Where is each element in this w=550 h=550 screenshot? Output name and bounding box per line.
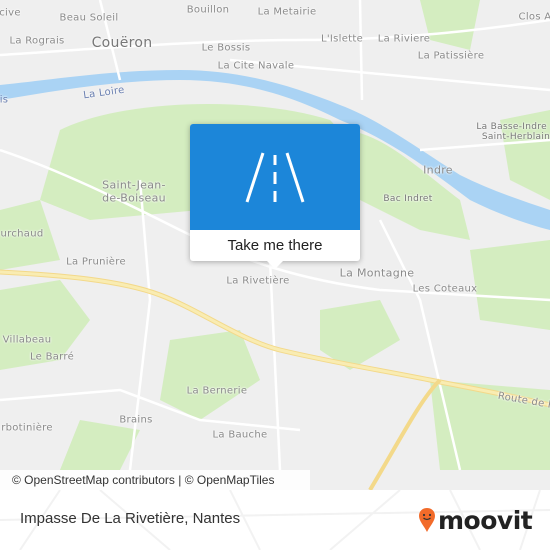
map-label: Beau Soleil: [59, 12, 119, 24]
moovit-logo: moovit: [418, 505, 533, 535]
map-label: is: [0, 94, 9, 106]
map-label: Le Barré: [29, 351, 75, 363]
map-label: Clos A: [518, 11, 550, 23]
map-label: La Rivetière: [226, 275, 290, 287]
map-label: rbotinière: [1, 422, 53, 434]
road-icon: [245, 152, 305, 203]
map-label: La Basse-Indre -: [476, 122, 550, 132]
take-me-there-button[interactable]: Take me there: [190, 124, 360, 269]
map-label: La Metairie: [257, 6, 317, 18]
map-label: La Montagne: [339, 266, 415, 280]
map-label: La Bernerie: [186, 385, 248, 397]
map-attribution[interactable]: © OpenStreetMap contributors | © OpenMap…: [0, 470, 310, 490]
moovit-pin-icon: [419, 508, 435, 532]
map-label: La Rograis: [9, 35, 65, 47]
map-label-city: Couëron: [91, 35, 153, 51]
map-label: de-Boiseau: [102, 191, 166, 205]
map-label: cive: [0, 7, 21, 19]
map-label: Bac Indret: [383, 194, 433, 204]
take-me-there-label: Take me there: [227, 237, 323, 254]
map-label: La Riviere: [377, 33, 431, 45]
map-label: urchaud: [0, 228, 44, 240]
map-label: Villabeau: [2, 334, 52, 346]
map-label: Saint-Herblain: [481, 132, 550, 142]
map-label: Les Coteaux: [412, 283, 478, 295]
moovit-wordmark: moovit: [438, 505, 533, 535]
map-label: L'Islette: [320, 33, 364, 45]
map-label: Le Bossis: [201, 42, 251, 54]
map-label: Bouillon: [186, 4, 230, 16]
map-label: Saint-Jean-: [102, 178, 166, 192]
popup-pointer: [267, 261, 283, 269]
map-label: Indre: [423, 163, 453, 177]
map-label: La Bauche: [212, 429, 268, 441]
destination-address: Impasse De La Rivetière, Nantes: [20, 510, 241, 527]
map-label: Brains: [119, 414, 153, 426]
map-label: La Cite Navale: [217, 60, 295, 72]
map[interactable]: cive Beau Soleil Bouillon La Metairie Cl…: [0, 0, 550, 490]
map-label: La Patissière: [417, 50, 485, 62]
map-label: La Prunière: [66, 256, 126, 268]
